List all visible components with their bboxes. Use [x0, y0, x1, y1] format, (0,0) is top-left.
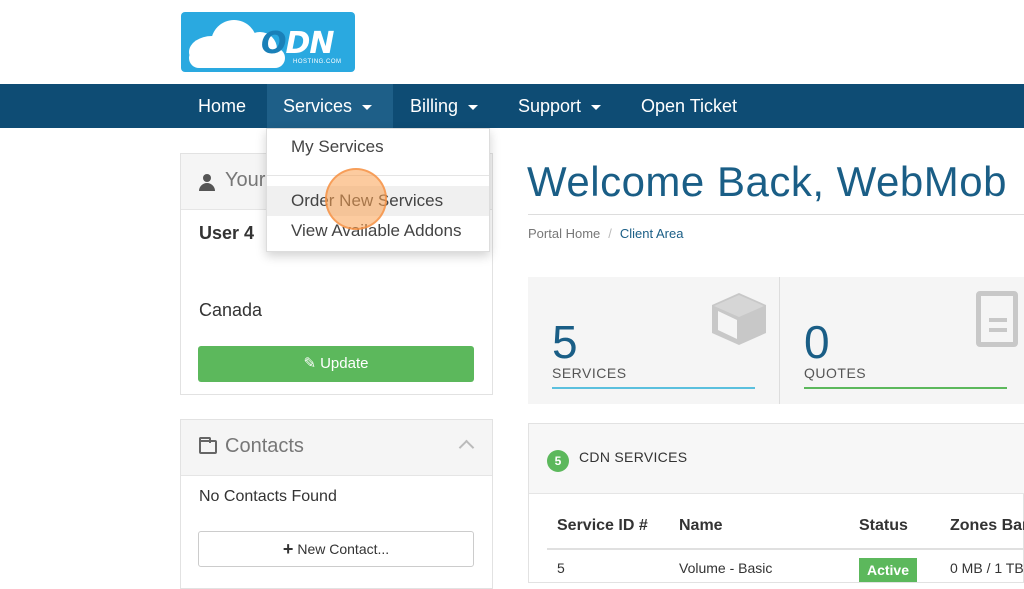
services-label: SERVICES: [552, 365, 627, 381]
breadcrumb-current: Client Area: [619, 226, 684, 241]
logo-brand-text: ODN: [261, 26, 335, 61]
panel-title: Contacts: [225, 435, 304, 457]
chevron-up-icon[interactable]: [458, 439, 475, 456]
stats-tiles: 5 SERVICES 0 QUOTES: [528, 277, 1024, 404]
account-country: Canada: [199, 300, 263, 320]
cell-zones: 0 MB / 1 TB: [950, 560, 1024, 576]
status-badge: Active: [859, 558, 917, 582]
pencil-icon: ✎: [303, 355, 317, 372]
services-count: 5: [552, 316, 578, 368]
cube-icon: [712, 293, 766, 345]
new-contact-button[interactable]: + New Contact...: [198, 531, 474, 567]
panel-header: 5 CDN SERVICES: [529, 424, 1024, 494]
no-contacts-text: No Contacts Found: [199, 488, 337, 505]
quotes-count: 0: [804, 316, 830, 368]
tile-divider: [779, 277, 780, 404]
nav-open-ticket[interactable]: Open Ticket: [625, 84, 753, 128]
title-divider: [528, 214, 1024, 215]
click-indicator: [325, 168, 387, 230]
user-icon: [199, 174, 215, 192]
cell-name: Volume - Basic: [679, 560, 773, 576]
caret-down-icon: [468, 104, 479, 110]
services-underline: [552, 387, 755, 389]
plus-icon: +: [282, 539, 294, 559]
menu-divider: [267, 175, 489, 176]
quotes-underline: [804, 387, 1007, 389]
column-header-status[interactable]: Status: [859, 517, 908, 535]
logo-tagline: HOSTING.COM: [293, 59, 342, 65]
cdn-services-panel: 5 CDN SERVICES Service ID # Name Status …: [528, 423, 1024, 583]
nav-services[interactable]: Services: [267, 84, 393, 128]
cell-service-id: 5: [557, 560, 565, 576]
services-panel-title: CDN SERVICES: [579, 449, 688, 465]
update-button[interactable]: ✎ Update: [198, 346, 474, 382]
table-header-divider: [547, 548, 1024, 550]
caret-down-icon: [362, 104, 373, 110]
panel-title: Your: [225, 169, 266, 191]
services-count-badge: 5: [547, 450, 569, 472]
account-user-name: User 4: [199, 223, 255, 243]
nav-home[interactable]: Home: [182, 84, 262, 128]
column-header-service-id[interactable]: Service ID #: [557, 517, 648, 535]
caret-down-icon: [591, 104, 602, 110]
contacts-panel: Contacts No Contacts Found + New Contact.…: [180, 419, 493, 589]
main-navbar: Home Services Billing Support Open Ticke…: [0, 84, 1024, 128]
document-icon: [976, 291, 1018, 347]
column-header-name[interactable]: Name: [679, 517, 723, 535]
quotes-label: QUOTES: [804, 365, 867, 381]
breadcrumb-home-link[interactable]: Portal Home: [528, 226, 600, 241]
nav-support[interactable]: Support: [502, 84, 617, 128]
panel-header: Contacts: [181, 420, 492, 476]
column-header-zones[interactable]: Zones Ban: [950, 517, 1024, 535]
menu-item-my-services[interactable]: My Services: [267, 132, 489, 162]
cdn-hosting-logo[interactable]: ODN HOSTING.COM: [181, 12, 355, 72]
site-header: ODN HOSTING.COM: [0, 0, 1024, 84]
nav-billing[interactable]: Billing: [394, 84, 494, 128]
breadcrumb: Portal Home / Client Area: [528, 226, 683, 241]
folder-icon: [199, 437, 217, 454]
breadcrumb-separator: /: [608, 226, 612, 241]
page-title: Welcome Back, WebMob: [527, 158, 1007, 205]
